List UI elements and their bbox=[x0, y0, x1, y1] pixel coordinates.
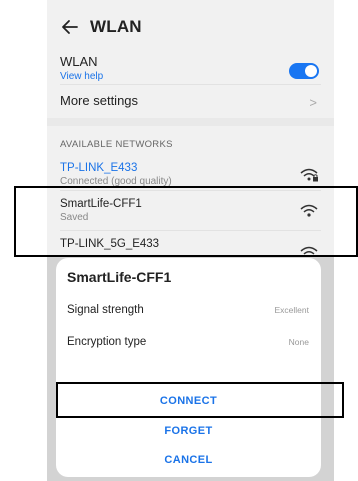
signal-strength-label: Signal strength bbox=[67, 304, 144, 316]
back-arrow-icon[interactable] bbox=[60, 17, 80, 37]
wlan-label: WLAN bbox=[60, 54, 98, 69]
page-title: WLAN bbox=[90, 17, 142, 36]
dialog-title: SmartLife-CFF1 bbox=[67, 269, 172, 285]
encryption-type-label: Encryption type bbox=[67, 336, 147, 348]
wlan-toggle-row[interactable]: WLAN View help bbox=[60, 54, 321, 88]
wlan-toggle-switch[interactable] bbox=[289, 63, 319, 79]
encryption-type-row: Encryption type None bbox=[67, 336, 309, 348]
chevron-right-icon: > bbox=[309, 95, 317, 110]
more-settings-label: More settings bbox=[60, 93, 139, 108]
divider bbox=[60, 84, 321, 85]
wifi-locked-icon bbox=[299, 167, 319, 188]
toggle-knob bbox=[305, 65, 317, 77]
highlight-box-network bbox=[14, 186, 358, 257]
signal-strength-value: Excellent bbox=[274, 305, 310, 315]
section-title: AVAILABLE NETWORKS bbox=[60, 139, 173, 150]
network-name: TP-LINK_E433 bbox=[60, 162, 138, 174]
signal-strength-row: Signal strength Excellent bbox=[67, 304, 309, 316]
highlight-box-connect bbox=[56, 382, 344, 418]
more-settings-row[interactable]: More settings > bbox=[60, 93, 321, 113]
section-gap bbox=[47, 118, 334, 126]
encryption-type-value: None bbox=[288, 337, 309, 347]
view-help-link[interactable]: View help bbox=[60, 71, 321, 82]
forget-button[interactable]: FORGET bbox=[56, 425, 321, 437]
network-dialog: SmartLife-CFF1 Signal strength Excellent… bbox=[56, 258, 321, 477]
cancel-button[interactable]: CANCEL bbox=[56, 454, 321, 466]
app-header: WLAN bbox=[60, 14, 142, 40]
